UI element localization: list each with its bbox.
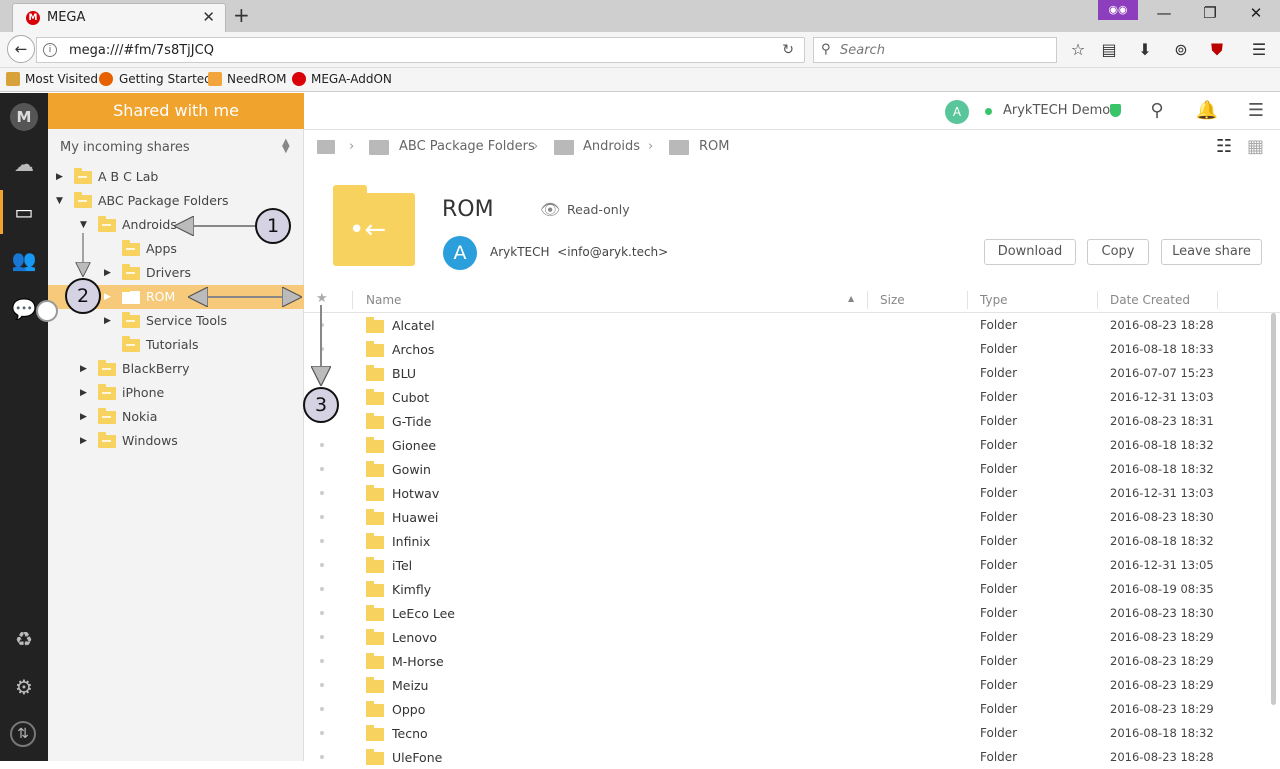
annotation-badge: 3 — [303, 387, 339, 423]
annotation-badge: 2 — [65, 278, 101, 314]
annotation-arrows — [0, 0, 1280, 761]
chat-toggle-icon[interactable] — [36, 300, 58, 322]
annotation-badge: 1 — [255, 208, 291, 244]
